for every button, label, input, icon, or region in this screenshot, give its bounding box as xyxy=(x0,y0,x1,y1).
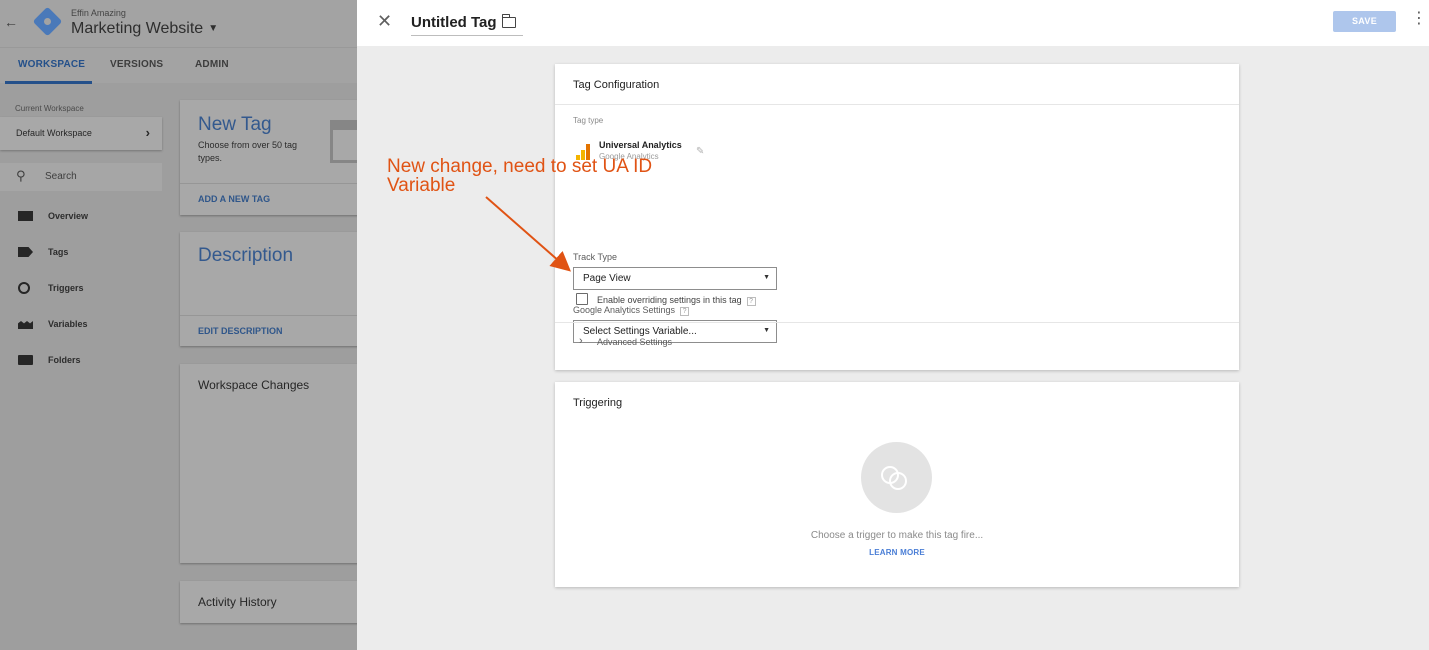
back-arrow-icon[interactable]: ← xyxy=(4,14,18,30)
workspace-selector[interactable]: Default Workspace › xyxy=(0,117,162,150)
sidebar-item-label: Variables xyxy=(48,319,88,329)
tag-illustration-icon xyxy=(330,120,357,163)
tag-name-input[interactable]: Untitled Tag xyxy=(411,14,497,31)
variables-icon xyxy=(18,321,33,329)
tag-configuration-card: Tag Configuration Tag type Universal Ana… xyxy=(555,64,1239,370)
more-vert-icon[interactable]: ⋮ xyxy=(1411,11,1427,27)
title-underline xyxy=(411,35,523,36)
divider xyxy=(555,322,1239,323)
override-settings-label-row: Enable overriding settings in this tag? xyxy=(597,295,756,306)
tag-icon xyxy=(18,247,33,257)
search-icon: ⚲ xyxy=(16,168,26,183)
dropdown-arrow-icon: ▼ xyxy=(763,327,770,334)
overview-icon xyxy=(18,211,33,221)
sidebar-item-label: Triggers xyxy=(48,283,84,293)
ga-settings-label-row: Google Analytics Settings? xyxy=(573,305,690,316)
help-icon[interactable]: ? xyxy=(746,297,756,306)
trigger-empty-message: Choose a trigger to make this tag fire..… xyxy=(810,530,984,541)
sidebar-item-overview[interactable]: Overview xyxy=(0,205,162,227)
sidebar-item-label: Tags xyxy=(48,247,69,257)
track-type-value: Page View xyxy=(583,273,631,284)
edit-pencil-icon[interactable]: ✎ xyxy=(696,146,704,157)
dropdown-arrow-icon: ▼ xyxy=(763,274,770,281)
triggering-card[interactable]: Triggering Choose a trigger to make this… xyxy=(555,382,1239,587)
active-tab-indicator xyxy=(5,81,92,84)
activity-history-title: Activity History xyxy=(198,595,277,609)
description-title: Description xyxy=(198,245,294,266)
sidebar-item-folders[interactable]: Folders xyxy=(0,349,162,371)
divider xyxy=(180,315,357,316)
ga-settings-label: Google Analytics Settings xyxy=(573,305,676,315)
save-button[interactable]: SAVE xyxy=(1333,11,1396,32)
caret-down-icon: ▼ xyxy=(208,23,219,34)
close-icon[interactable]: ✕ xyxy=(377,11,392,32)
divider xyxy=(180,183,357,184)
sidebar-item-tags[interactable]: Tags xyxy=(0,241,162,263)
add-new-tag-link[interactable]: ADD A NEW TAG xyxy=(198,194,270,204)
annotation-text: New change, need to set UA ID Variable xyxy=(387,157,652,195)
folder-icon xyxy=(18,355,33,365)
search-placeholder: Search xyxy=(45,171,77,182)
trigger-icon xyxy=(18,282,30,294)
tag-type-name[interactable]: Universal Analytics xyxy=(599,140,682,150)
workspace-changes-title: Workspace Changes xyxy=(198,378,310,392)
tag-manager-logo-icon xyxy=(32,6,63,37)
container-selector[interactable]: Marketing Website ▼ xyxy=(71,20,218,38)
chevron-right-icon[interactable]: › xyxy=(579,335,583,347)
tab-versions[interactable]: VERSIONS xyxy=(110,59,163,70)
search-input[interactable]: ⚲ Search xyxy=(0,163,162,191)
sidebar-item-triggers[interactable]: Triggers xyxy=(0,277,162,299)
workspace-name: Default Workspace xyxy=(16,128,92,138)
new-tag-description: Choose from over 50 tag types. xyxy=(198,140,298,163)
container-name: Marketing Website xyxy=(71,20,204,37)
sidebar-item-label: Overview xyxy=(48,211,89,221)
annotation-line-1: New change, need to set UA ID xyxy=(387,156,653,177)
current-workspace-label: Current Workspace xyxy=(15,104,84,113)
learn-more-link[interactable]: LEARN MORE xyxy=(555,548,1239,557)
track-type-label: Track Type xyxy=(573,252,618,262)
app-header: ← Effin Amazing Marketing Website ▼ xyxy=(0,0,357,47)
advanced-settings-toggle[interactable]: Advanced Settings xyxy=(597,337,672,347)
background-app: ← Effin Amazing Marketing Website ▼ WORKS… xyxy=(0,0,357,650)
help-icon[interactable]: ? xyxy=(680,307,690,316)
ga-settings-value: Select Settings Variable... xyxy=(583,326,697,337)
new-tag-title: New Tag xyxy=(198,114,272,135)
trigger-placeholder-icon[interactable] xyxy=(861,442,932,513)
card-title: Triggering xyxy=(573,397,623,409)
sidebar-item-label: Folders xyxy=(48,355,81,365)
annotation-line-2: Variable xyxy=(387,175,456,196)
main-tabs: WORKSPACE VERSIONS ADMIN xyxy=(0,47,357,84)
tag-editor-panel: ✕ Untitled Tag SAVE ⋮ Tag Configuration … xyxy=(357,0,1429,650)
track-type-select[interactable]: Page View ▼ xyxy=(573,267,777,290)
folder-icon[interactable] xyxy=(501,14,516,28)
override-settings-label: Enable overriding settings in this tag xyxy=(597,295,742,305)
edit-description-link[interactable]: EDIT DESCRIPTION xyxy=(198,326,283,336)
chevron-right-icon: › xyxy=(145,125,150,140)
editor-topbar: ✕ Untitled Tag SAVE ⋮ xyxy=(357,0,1429,46)
new-tag-card: New Tag Choose from over 50 tag types. A… xyxy=(180,100,357,215)
sidebar-item-variables[interactable]: Variables xyxy=(0,313,162,335)
card-title: Tag Configuration xyxy=(573,79,660,91)
divider xyxy=(555,104,1239,105)
description-card: Description EDIT DESCRIPTION xyxy=(180,232,357,346)
override-settings-checkbox[interactable] xyxy=(576,293,588,305)
tag-type-label: Tag type xyxy=(573,116,604,125)
tab-admin[interactable]: ADMIN xyxy=(195,59,229,70)
workspace-changes-card: Workspace Changes xyxy=(180,364,357,563)
account-name: Effin Amazing xyxy=(71,8,126,18)
activity-history-card[interactable]: Activity History xyxy=(180,581,357,623)
tab-workspace[interactable]: WORKSPACE xyxy=(18,59,85,70)
